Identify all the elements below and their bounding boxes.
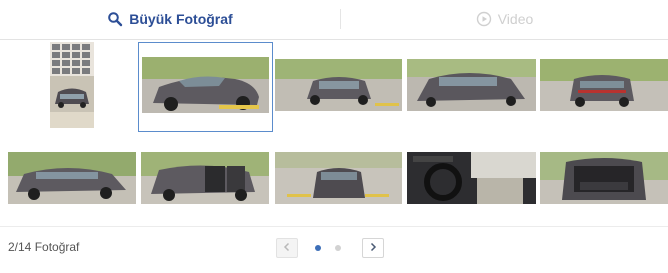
tab-large-photo[interactable]: Büyük Fotoğraf	[0, 0, 340, 38]
thumbnail-8[interactable]	[275, 152, 402, 204]
tab-video[interactable]: Video	[341, 0, 668, 38]
photo-gallery-panel: Büyük Fotoğraf Video 2/14 Fotoğraf	[0, 0, 668, 273]
car-photo	[8, 152, 136, 204]
page-dot-2[interactable]	[335, 245, 341, 251]
thumbnail-5[interactable]	[540, 59, 668, 111]
thumbnail-6[interactable]	[8, 152, 136, 204]
photo-counter: 2/14 Fotoğraf	[8, 240, 80, 254]
car-photo	[407, 59, 536, 111]
car-photo	[139, 43, 272, 131]
car-interior-photo	[407, 152, 536, 204]
gallery-footer: 2/14 Fotoğraf	[0, 226, 668, 273]
next-page-button[interactable]	[362, 238, 384, 258]
car-photo	[540, 59, 668, 111]
play-circle-icon	[476, 11, 492, 27]
tab-large-photo-label: Büyük Fotoğraf	[129, 11, 233, 27]
chevron-left-icon	[282, 239, 292, 257]
search-icon	[107, 11, 123, 27]
car-trunk-photo	[540, 152, 668, 204]
thumbnail-2[interactable]	[138, 42, 273, 132]
car-photo	[275, 59, 402, 111]
previous-page-button[interactable]	[276, 238, 298, 258]
thumbnail-grid	[0, 40, 668, 226]
page-dot-1[interactable]	[315, 245, 321, 251]
thumbnail-3[interactable]	[275, 59, 402, 111]
thumbnail-7[interactable]	[141, 152, 269, 204]
thumbnail-4[interactable]	[407, 59, 536, 111]
thumbnail-10[interactable]	[540, 152, 668, 204]
thumbnail-1[interactable]	[50, 42, 94, 128]
tab-video-label: Video	[497, 11, 534, 27]
chevron-right-icon	[368, 239, 378, 257]
car-photo	[141, 152, 269, 204]
car-photo	[275, 152, 402, 204]
collage-image	[50, 42, 94, 128]
thumbnail-9[interactable]	[407, 152, 536, 204]
gallery-tabs: Büyük Fotoğraf Video	[0, 0, 668, 40]
